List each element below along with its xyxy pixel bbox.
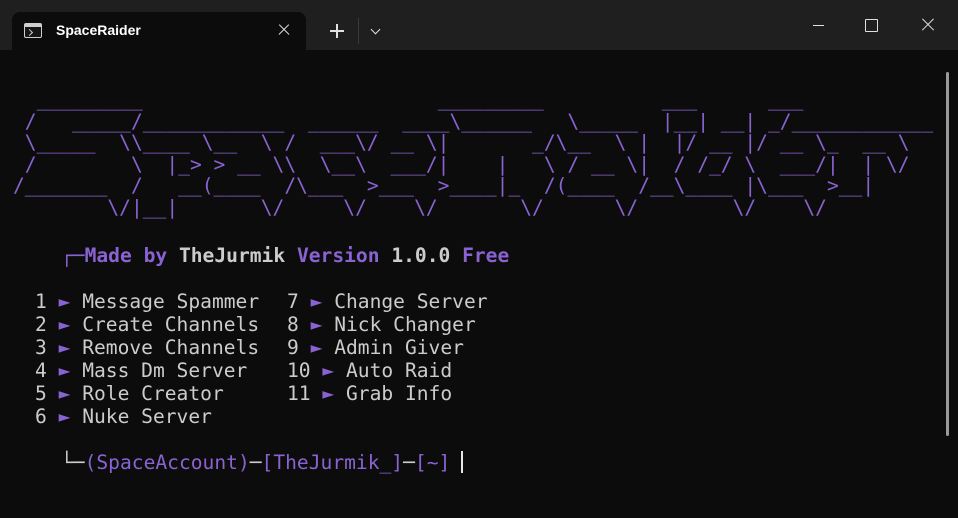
menu-item-label: Remove Channels [82, 336, 260, 359]
menu-item-label: Mass Dm Server [82, 359, 248, 382]
menu-item-label: Grab Info [345, 382, 453, 405]
menu-item-number: 9 [287, 336, 299, 359]
text-cursor [461, 451, 464, 473]
menu-item: 4 ► Mass Dm Server [35, 359, 247, 382]
menu-item-number: 5 [35, 382, 47, 405]
menu-item-number: 8 [287, 313, 299, 336]
menu-item-label: Nick Changer [334, 313, 476, 336]
menu-item-label: Create Channels [82, 313, 260, 336]
menu-item-number: 2 [35, 313, 47, 336]
prompt-account: (SpaceAccount) [84, 451, 250, 474]
arrow-icon: ► [322, 359, 335, 382]
arrow-icon: ► [310, 290, 323, 313]
version-number: 1.0.0 [391, 244, 451, 267]
tab-spaceraider[interactable]: SpaceRaider [12, 12, 306, 50]
tab-title: SpaceRaider [56, 22, 141, 38]
menu-item-label: Auto Raid [345, 359, 453, 382]
tab-divider [358, 18, 359, 44]
menu-item: 11 ► Grab Info [287, 382, 452, 405]
author-name: TheJurmik [178, 244, 286, 267]
title-bar: SpaceRaider [0, 0, 958, 50]
menu-item: 7 ► Change Server [287, 290, 488, 313]
plus-icon[interactable] [322, 16, 352, 46]
arrow-icon: ► [58, 313, 71, 336]
menu-item-number: 3 [35, 336, 47, 359]
prompt-dash: ─ [403, 451, 415, 474]
menu-item-number: 7 [287, 290, 299, 313]
menu-item-label: Message Spammer [82, 290, 260, 313]
menu-item-number: 4 [35, 359, 47, 382]
made-by-label: Made by [84, 244, 168, 267]
chevron-down-icon[interactable] [364, 16, 388, 46]
menu-item-number: 1 [35, 290, 47, 313]
credit-line: ┌─Made by TheJurmik Version 1.0.0 Free [61, 244, 509, 267]
version-label: Version [296, 244, 380, 267]
command-prompt[interactable]: └─(SpaceAccount)─[TheJurmik_]─[~] [61, 451, 464, 474]
arrow-icon: ► [58, 290, 71, 313]
prompt-path: [~] [414, 451, 451, 474]
menu-item: 3 ► Remove Channels [35, 336, 259, 359]
prompt-corner: └─ [61, 451, 85, 474]
menu-item: 1 ► Message Spammer [35, 290, 259, 313]
menu-item: 10 ► Auto Raid [287, 359, 452, 382]
close-icon[interactable] [274, 20, 294, 40]
window-close-icon[interactable] [904, 8, 950, 44]
arrow-icon: ► [322, 382, 335, 405]
menu-item-label: Role Creator [82, 382, 224, 405]
menu-item: 2 ► Create Channels [35, 313, 259, 336]
maximize-icon[interactable] [848, 8, 894, 44]
arrow-icon: ► [310, 336, 323, 359]
arrow-icon: ► [58, 382, 71, 405]
edition-label: Free [462, 244, 510, 267]
menu-item-label: Admin Giver [334, 336, 464, 359]
credit-corner: ┌─ [61, 244, 85, 267]
menu-item: 6 ► Nuke Server [35, 405, 212, 428]
prompt-user: [TheJurmik_] [261, 451, 404, 474]
prompt-dash: ─ [249, 451, 262, 474]
menu-item-number: 6 [35, 405, 47, 428]
arrow-icon: ► [58, 405, 71, 428]
arrow-icon: ► [310, 313, 323, 336]
menu-item-number: 11 [287, 382, 311, 405]
arrow-icon: ► [58, 336, 71, 359]
menu-item-label: Change Server [334, 290, 488, 313]
menu-item-label: Nuke Server [82, 405, 212, 428]
minimize-icon[interactable] [796, 8, 842, 44]
terminal-icon [24, 23, 42, 38]
scrollbar[interactable] [946, 72, 949, 436]
menu-item: 9 ► Admin Giver [287, 336, 464, 359]
ascii-banner: _________ _________ ___ ___ / _____/____… [13, 88, 934, 219]
menu-item: 5 ► Role Creator [35, 382, 224, 405]
arrow-icon: ► [58, 359, 71, 382]
menu-item: 8 ► Nick Changer [287, 313, 476, 336]
terminal-output[interactable]: _________ _________ ___ ___ / _____/____… [0, 50, 958, 518]
menu-item-number: 10 [287, 359, 311, 382]
